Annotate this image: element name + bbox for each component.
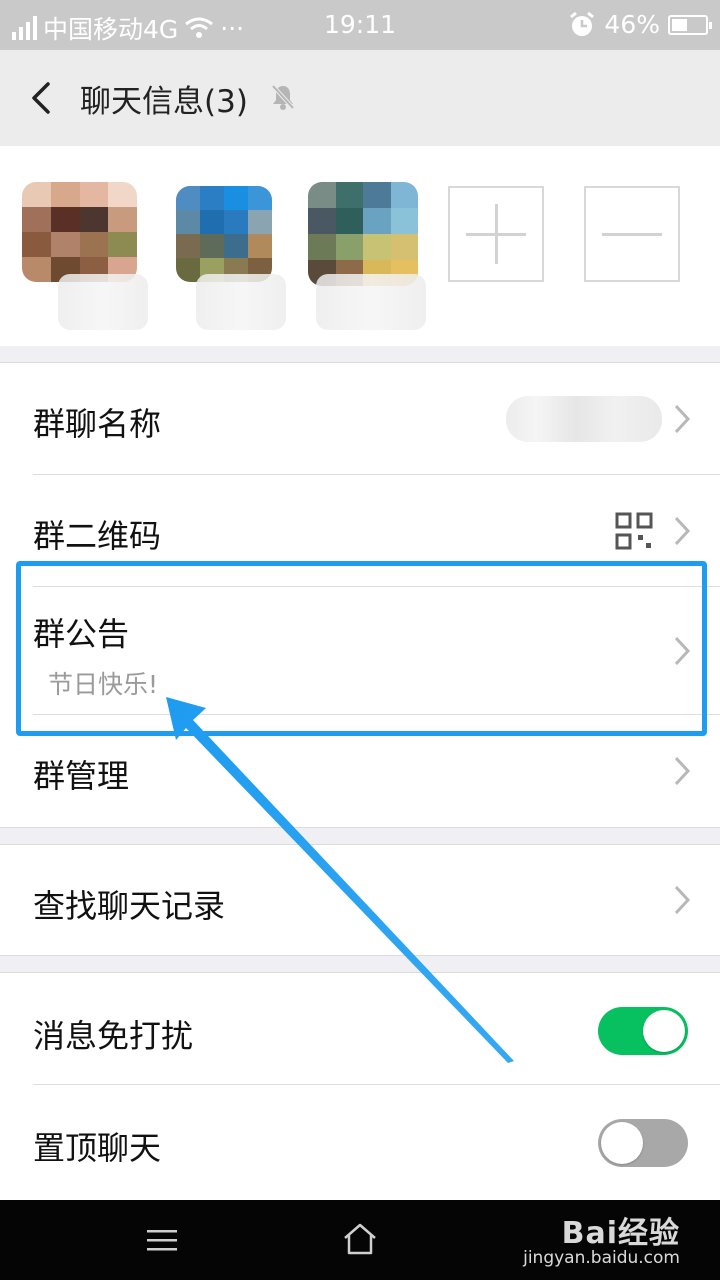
mute-toggle[interactable] — [598, 1007, 688, 1055]
member-name — [316, 274, 426, 330]
navigation-bar: Bai经验 jingyan.baidu.com — [0, 1200, 720, 1280]
member-avatar[interactable] — [176, 186, 272, 282]
group-name-value — [506, 396, 662, 442]
menu-icon[interactable] — [145, 1228, 179, 1252]
page-title: 聊天信息(3) — [80, 84, 248, 120]
row-group-qrcode[interactable]: 群二维码 — [0, 475, 720, 587]
remove-member-button[interactable] — [584, 186, 680, 282]
chevron-right-icon — [674, 516, 691, 546]
chevron-right-icon — [674, 636, 691, 666]
sticky-toggle[interactable] — [598, 1119, 688, 1167]
row-label: 群二维码 — [33, 517, 162, 555]
row-search-history[interactable]: 查找聊天记录 — [0, 845, 720, 955]
member-avatar[interactable] — [22, 182, 137, 282]
row-label: 消息免打扰 — [33, 1017, 194, 1055]
row-label: 群公告 — [33, 615, 130, 653]
settings-group-search: 查找聊天记录 — [0, 844, 720, 956]
back-icon[interactable] — [20, 76, 64, 120]
baidu-jingyan-watermark: Bai经验 jingyan.baidu.com — [490, 1208, 680, 1274]
qr-code-icon — [615, 512, 653, 550]
title-bar: 聊天信息(3) — [0, 50, 720, 146]
chevron-right-icon — [674, 885, 691, 915]
battery-icon — [668, 14, 712, 35]
member-grid — [0, 146, 720, 346]
row-label: 查找聊天记录 — [33, 887, 226, 925]
row-label: 群聊名称 — [33, 405, 162, 443]
add-member-button[interactable] — [448, 186, 544, 282]
row-group-name[interactable]: 群聊名称 — [0, 363, 720, 475]
row-mute-notifications: 消息免打扰 — [0, 973, 720, 1085]
home-icon[interactable] — [342, 1222, 378, 1256]
mute-bell-icon — [271, 84, 295, 110]
settings-group-toggles: 消息免打扰 置顶聊天 — [0, 972, 720, 1212]
chevron-right-icon — [674, 756, 691, 786]
alarm-icon — [570, 11, 595, 36]
row-group-announcement[interactable]: 群公告 节日快乐! — [0, 587, 720, 715]
row-label: 群管理 — [33, 757, 130, 795]
announcement-preview: 节日快乐! — [48, 670, 159, 699]
row-group-manage[interactable]: 群管理 — [0, 715, 720, 827]
watermark-brand: Bai经验 — [561, 1216, 680, 1251]
member-name — [196, 274, 286, 330]
watermark-url: jingyan.baidu.com — [523, 1248, 680, 1268]
battery-percent: 46% — [604, 10, 660, 39]
chevron-right-icon — [674, 404, 691, 434]
member-name — [58, 274, 148, 330]
row-sticky-on-top: 置顶聊天 — [0, 1085, 720, 1197]
row-label: 置顶聊天 — [33, 1129, 162, 1167]
status-bar: 中国移动4G ··· 19:11 46% — [0, 0, 720, 50]
settings-group-main: 群聊名称 群二维码 群公告 节日快乐! 群管理 — [0, 362, 720, 828]
member-avatar[interactable] — [308, 182, 418, 286]
